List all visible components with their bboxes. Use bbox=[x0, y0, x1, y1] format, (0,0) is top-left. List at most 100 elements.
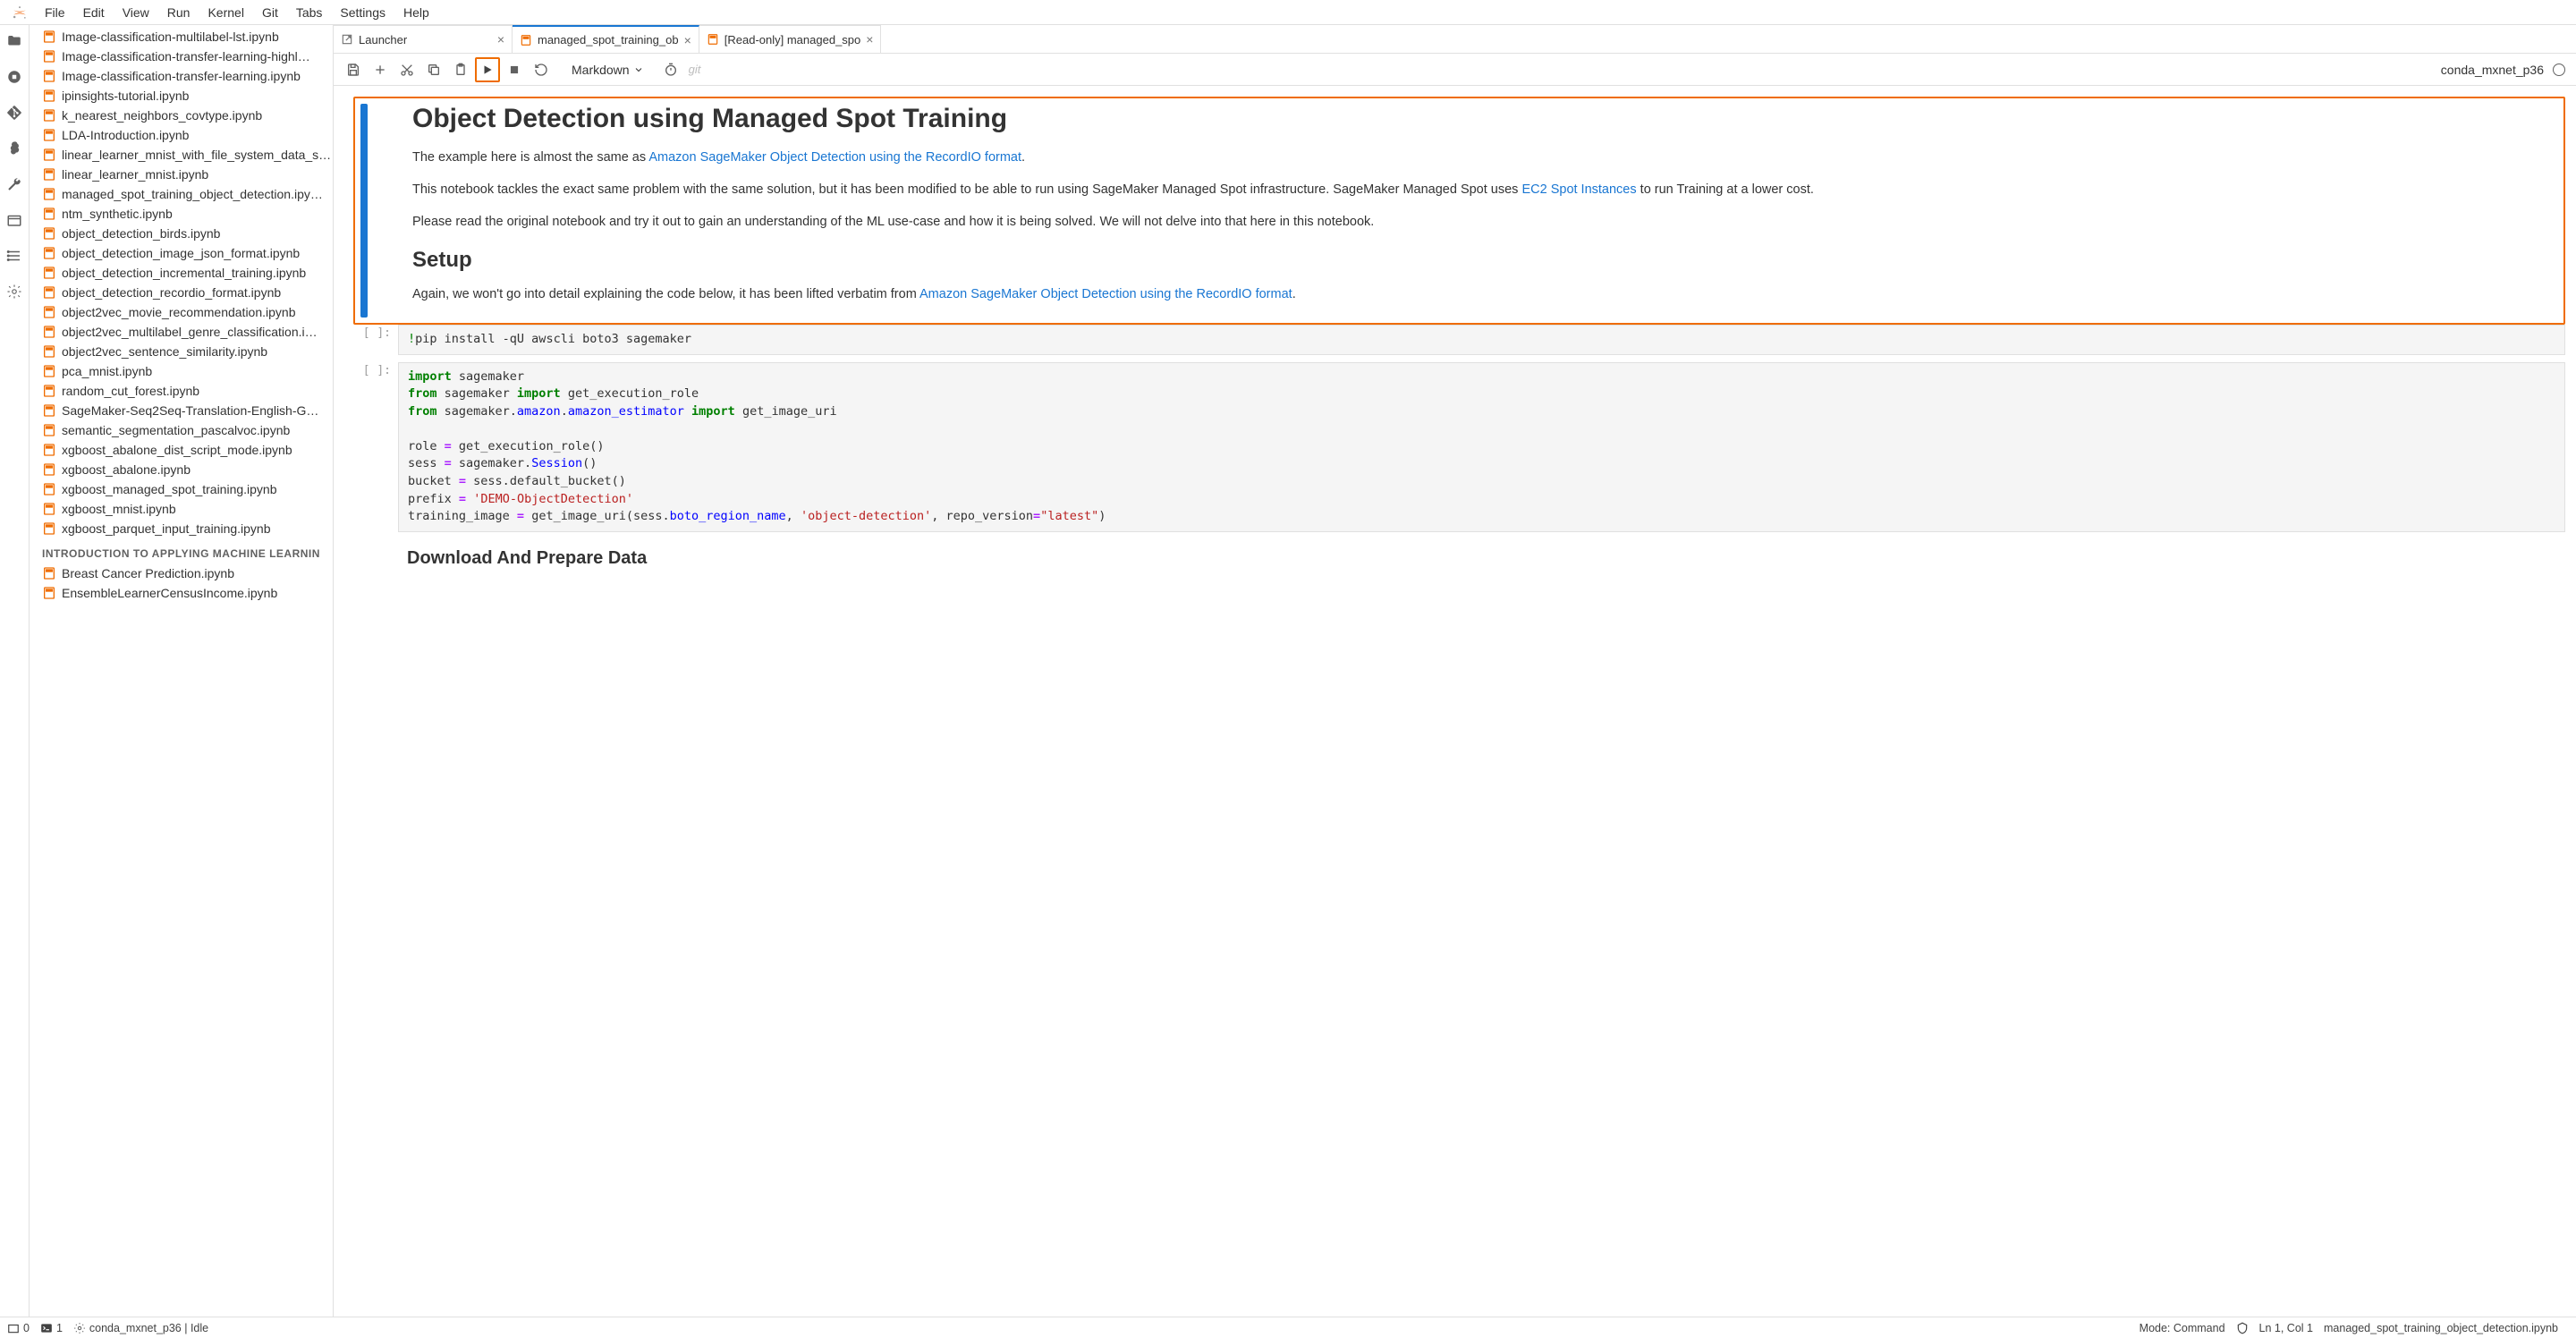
file-item[interactable]: Image-classification-transfer-learning-h… bbox=[30, 47, 333, 66]
markdown-cell[interactable]: Object Detection using Managed Spot Trai… bbox=[353, 97, 2565, 325]
file-item[interactable]: Breast Cancer Prediction.ipynb bbox=[30, 563, 333, 583]
file-item[interactable]: linear_learner_mnist.ipynb bbox=[30, 165, 333, 184]
notebook-icon bbox=[42, 30, 56, 44]
file-item[interactable]: xgboost_abalone_dist_script_mode.ipynb bbox=[30, 440, 333, 460]
file-item[interactable]: EnsembleLearnerCensusIncome.ipynb bbox=[30, 583, 333, 603]
filename[interactable]: managed_spot_training_object_detection.i… bbox=[2324, 1322, 2558, 1334]
file-item[interactable]: xgboost_managed_spot_training.ipynb bbox=[30, 479, 333, 499]
heading-2: Setup bbox=[412, 248, 2549, 273]
link[interactable]: Amazon SageMaker Object Detection using … bbox=[648, 150, 1021, 165]
launcher-icon bbox=[341, 33, 353, 46]
file-item[interactable]: object2vec_sentence_similarity.ipynb bbox=[30, 342, 333, 361]
menu-help[interactable]: Help bbox=[394, 2, 438, 23]
link[interactable]: Amazon SageMaker Object Detection using … bbox=[919, 287, 1292, 301]
file-item[interactable]: object2vec_movie_recommendation.ipynb bbox=[30, 302, 333, 322]
folder-icon[interactable] bbox=[5, 32, 23, 50]
timer-icon[interactable] bbox=[658, 57, 683, 82]
tab--read-only-managed-spo[interactable]: [Read-only] managed_spo × bbox=[699, 25, 882, 53]
restart-button[interactable] bbox=[529, 57, 554, 82]
menu-file[interactable]: File bbox=[36, 2, 74, 23]
tab-managed-spot-training-ob[interactable]: managed_spot_training_ob× bbox=[513, 25, 699, 53]
wrench-icon[interactable] bbox=[5, 175, 23, 193]
file-label: object_detection_birds.ipynb bbox=[62, 226, 220, 241]
menu-edit[interactable]: Edit bbox=[74, 2, 114, 23]
menu-view[interactable]: View bbox=[114, 2, 158, 23]
kernel-name[interactable]: conda_mxnet_p36 bbox=[2441, 63, 2544, 77]
file-item[interactable]: Image-classification-transfer-learning.i… bbox=[30, 66, 333, 86]
kernel-status[interactable]: conda_mxnet_p36 | Idle bbox=[73, 1322, 208, 1334]
terminals-count[interactable]: 1 bbox=[40, 1322, 63, 1334]
menu-run[interactable]: Run bbox=[158, 2, 199, 23]
file-label: ntm_synthetic.ipynb bbox=[62, 207, 173, 221]
file-item[interactable]: SageMaker-Seq2Seq-Translation-English-G… bbox=[30, 401, 333, 420]
file-item[interactable]: xgboost_mnist.ipynb bbox=[30, 499, 333, 519]
notebook-content[interactable]: Object Detection using Managed Spot Trai… bbox=[334, 86, 2576, 1317]
markdown-cell[interactable]: Download And Prepare Data bbox=[344, 548, 2565, 569]
heading-1: Object Detection using Managed Spot Trai… bbox=[412, 104, 2549, 134]
open-tabs-count[interactable]: 0 bbox=[7, 1322, 30, 1334]
cursor-position[interactable]: Ln 1, Col 1 bbox=[2259, 1322, 2313, 1334]
extension-icon[interactable] bbox=[5, 283, 23, 301]
file-item[interactable]: object_detection_recordio_format.ipynb bbox=[30, 283, 333, 302]
file-item[interactable]: xgboost_parquet_input_training.ipynb bbox=[30, 519, 333, 538]
code-cell[interactable]: [ ]: !pip install -qU awscli boto3 sagem… bbox=[344, 325, 2565, 355]
section-header: INTRODUCTION TO APPLYING MACHINE LEARNIN bbox=[30, 538, 333, 563]
file-item[interactable]: object2vec_multilabel_genre_classificati… bbox=[30, 322, 333, 342]
file-item[interactable]: managed_spot_training_object_detection.i… bbox=[30, 184, 333, 204]
notebook-icon bbox=[707, 33, 719, 46]
code-input[interactable]: import sagemaker from sagemaker import g… bbox=[398, 362, 2565, 532]
running-icon[interactable] bbox=[5, 68, 23, 86]
file-item[interactable]: k_nearest_neighbors_covtype.ipynb bbox=[30, 106, 333, 125]
code-cell[interactable]: [ ]: import sagemaker from sagemaker imp… bbox=[344, 362, 2565, 532]
save-button[interactable] bbox=[341, 57, 366, 82]
add-cell-button[interactable] bbox=[368, 57, 393, 82]
jupyter-logo[interactable] bbox=[9, 2, 30, 23]
close-icon[interactable]: × bbox=[497, 32, 504, 47]
menu-settings[interactable]: Settings bbox=[331, 2, 394, 23]
notebook-icon bbox=[42, 89, 56, 103]
trusted-icon[interactable] bbox=[2236, 1322, 2249, 1334]
cell-type-selector[interactable]: Markdown bbox=[566, 61, 649, 79]
notebook-icon bbox=[42, 521, 56, 536]
file-label: xgboost_abalone.ipynb bbox=[62, 462, 191, 477]
file-item[interactable]: xgboost_abalone.ipynb bbox=[30, 460, 333, 479]
file-item[interactable]: object_detection_incremental_training.ip… bbox=[30, 263, 333, 283]
paste-button[interactable] bbox=[448, 57, 473, 82]
tab-label: [Read-only] managed_spo bbox=[724, 33, 861, 47]
menu-tabs[interactable]: Tabs bbox=[287, 2, 332, 23]
file-item[interactable]: random_cut_forest.ipynb bbox=[30, 381, 333, 401]
close-icon[interactable]: × bbox=[684, 33, 691, 47]
link[interactable]: EC2 Spot Instances bbox=[1521, 182, 1636, 197]
close-icon[interactable]: × bbox=[866, 32, 873, 47]
notebook-icon bbox=[42, 325, 56, 339]
file-item[interactable]: ntm_synthetic.ipynb bbox=[30, 204, 333, 224]
file-item[interactable]: Image-classification-multilabel-lst.ipyn… bbox=[30, 27, 333, 47]
file-item[interactable]: object_detection_image_json_format.ipynb bbox=[30, 243, 333, 263]
tab-launcher[interactable]: Launcher× bbox=[334, 25, 513, 53]
file-item[interactable]: LDA-Introduction.ipynb bbox=[30, 125, 333, 145]
stop-button[interactable] bbox=[502, 57, 527, 82]
commands-icon[interactable] bbox=[5, 140, 23, 157]
kernel-status-icon[interactable] bbox=[2553, 64, 2565, 76]
file-item[interactable]: semantic_segmentation_pascalvoc.ipynb bbox=[30, 420, 333, 440]
notebook-icon bbox=[42, 108, 56, 123]
notebook-icon bbox=[42, 384, 56, 398]
notebook-icon bbox=[42, 586, 56, 600]
file-item[interactable]: linear_learner_mnist_with_file_system_da… bbox=[30, 145, 333, 165]
git-toolbar-button[interactable]: git bbox=[685, 57, 705, 82]
file-item[interactable]: object_detection_birds.ipynb bbox=[30, 224, 333, 243]
file-item[interactable]: ipinsights-tutorial.ipynb bbox=[30, 86, 333, 106]
file-item[interactable]: pca_mnist.ipynb bbox=[30, 361, 333, 381]
notebook-icon bbox=[42, 344, 56, 359]
copy-button[interactable] bbox=[421, 57, 446, 82]
menu-git[interactable]: Git bbox=[253, 2, 287, 23]
toc-icon[interactable] bbox=[5, 247, 23, 265]
git-icon[interactable] bbox=[5, 104, 23, 122]
cut-button[interactable] bbox=[394, 57, 419, 82]
menu-kernel[interactable]: Kernel bbox=[199, 2, 252, 23]
tabs-icon[interactable] bbox=[5, 211, 23, 229]
cell-collapse-bar[interactable] bbox=[360, 104, 368, 318]
code-input[interactable]: !pip install -qU awscli boto3 sagemaker bbox=[398, 325, 2565, 355]
run-button[interactable] bbox=[475, 57, 500, 82]
mode-indicator[interactable]: Mode: Command bbox=[2140, 1322, 2225, 1334]
